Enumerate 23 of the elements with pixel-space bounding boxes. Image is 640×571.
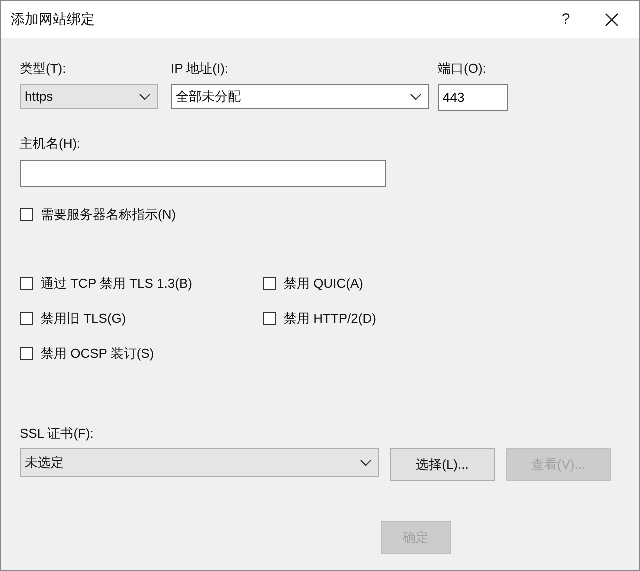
select-button[interactable]: 选择(L)... xyxy=(390,448,495,481)
chevron-down-icon xyxy=(360,458,372,466)
port-label: 端口(O): xyxy=(438,60,488,77)
ssl-certificate-label: SSL 证书(F): xyxy=(20,425,94,442)
window-title: 添加网站绑定 xyxy=(11,10,96,28)
sni-checkbox[interactable]: 需要服务器名称指示(N) xyxy=(20,206,176,223)
option-checkbox[interactable]: 通过 TCP 禁用 TLS 1.3(B) xyxy=(20,275,263,292)
host-name-label: 主机名(H): xyxy=(20,135,81,152)
option-checkbox[interactable]: 禁用 OCSP 装订(S) xyxy=(20,345,263,362)
type-label: 类型(T): xyxy=(20,60,68,77)
ip-address-dropdown[interactable]: 全部未分配 xyxy=(171,84,429,109)
ssl-certificate-dropdown[interactable]: 未选定 xyxy=(20,448,379,477)
chevron-down-icon xyxy=(410,92,422,100)
help-button[interactable]: ? xyxy=(543,1,589,38)
type-dropdown[interactable]: https xyxy=(20,84,158,109)
ip-address-label: IP 地址(I): xyxy=(171,60,230,77)
close-icon xyxy=(605,12,619,26)
chevron-down-icon xyxy=(139,92,151,100)
option-checkbox[interactable]: 禁用 HTTP/2(D) xyxy=(263,310,376,327)
option-checkbox[interactable]: 禁用 QUIC(A) xyxy=(263,275,376,292)
host-name-field[interactable] xyxy=(20,160,386,187)
option-checkbox[interactable]: 禁用旧 TLS(G) xyxy=(20,310,263,327)
port-field[interactable]: 443 xyxy=(438,84,508,111)
